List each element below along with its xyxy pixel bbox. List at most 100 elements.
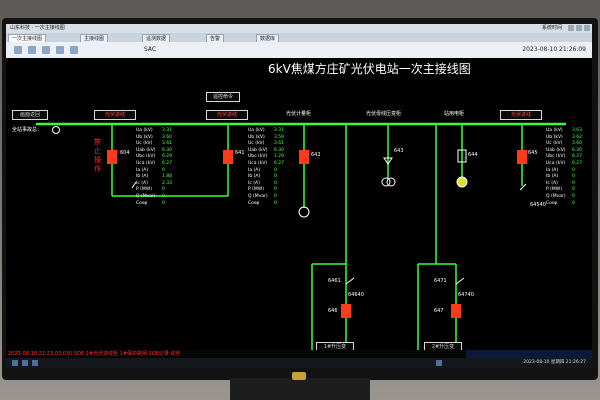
measurement-name: Uc (kV): [546, 141, 563, 147]
breaker-id-644: 644: [468, 152, 478, 158]
measurement-value: 0: [572, 193, 575, 199]
forbid-operation-label: 禁止操作: [94, 138, 101, 173]
measurement-name: Ua (kV): [248, 128, 265, 133]
measurements-left: Ua (kV) 3.31 Ub (kV) 3.60 Uc (kV) 3.61 Uab (kV…: [136, 128, 172, 207]
home-icon[interactable]: [14, 46, 22, 54]
measurements-right: Ua (kV) 3.63 Ub (kV) 3.62 Uc (kV) 3.60 Uab (kV…: [546, 128, 582, 207]
switch-id-64740: 64740: [458, 292, 474, 298]
measurement-name: Q (Mvar): [546, 193, 566, 199]
accident-label: 全站事故总：: [12, 127, 43, 133]
measurement-row: Ua (kV) 3.31: [136, 128, 172, 135]
station-transformer-symbol: [456, 176, 468, 188]
tab-strip: 一次主接线图 主接线图 遥测数据 告警 数据库: [6, 33, 592, 44]
measurement-name: Uca (kV): [136, 160, 156, 166]
measurement-name: Uc (kV): [136, 141, 153, 147]
measurement-name: Uca (kV): [248, 160, 268, 166]
incoming-button-2[interactable]: 光伏进线: [206, 110, 248, 120]
measurement-name: Ubc (kV): [136, 154, 156, 160]
branch-label-aux: 站用电柜: [444, 111, 465, 117]
measurement-row: Ib (A) 0: [546, 174, 582, 181]
toolbar: SAC 2023-08-10 21:26:09: [6, 42, 592, 59]
measurement-row: Ua (kV) 3.31: [248, 128, 284, 135]
return-button[interactable]: 画面返回: [12, 110, 48, 120]
measurement-name: Uc (kV): [248, 141, 265, 147]
breaker-id-643: 643: [394, 148, 404, 154]
refresh-icon[interactable]: [56, 46, 64, 54]
measurement-name: P (MW): [136, 187, 152, 193]
measurement-value: 6.29: [162, 154, 173, 160]
measurement-value: 3.61: [274, 141, 285, 147]
measurement-value: 3.31: [162, 128, 173, 133]
breaker-645: [517, 150, 527, 164]
measurement-value: 3.63: [572, 128, 583, 133]
measurement-name: Ib (A): [248, 174, 261, 180]
minimize-icon[interactable]: [568, 25, 574, 31]
measurement-name: P (MW): [248, 187, 264, 193]
measurement-row: Uc (kV) 3.60: [546, 141, 582, 148]
forward-icon[interactable]: [42, 46, 50, 54]
measurement-name: Cosφ: [248, 200, 260, 206]
incoming-button-1[interactable]: 光伏进线: [94, 110, 136, 120]
measurement-value: 0: [572, 200, 575, 206]
measurement-name: Cosφ: [546, 200, 558, 206]
measurement-row: P (MW) 0: [546, 187, 582, 194]
breaker-646: [341, 304, 351, 318]
measurement-value: 6.27: [162, 160, 173, 166]
monitor-logo: [292, 372, 306, 380]
disconnector-id-6461: 6461: [328, 278, 341, 284]
measurement-value: 0: [274, 200, 277, 206]
diagram-lines: [36, 122, 566, 350]
incoming-button-3[interactable]: 光伏进线: [500, 110, 542, 120]
measurements-mid: Ua (kV) 3.31 Ub (kV) 3.59 Uc (kV) 3.61 Uab (kV…: [248, 128, 284, 207]
measurement-row: Uc (kV) 3.61: [136, 141, 172, 148]
tray-icon[interactable]: [436, 360, 442, 366]
measurement-name: Q (Mvar): [248, 193, 268, 199]
window-titlebar: 山东科技 · 一次主接线图 系统时间: [6, 24, 592, 33]
measurement-name: Q (Mvar): [136, 193, 156, 199]
back-icon[interactable]: [28, 46, 36, 54]
measurement-value: 1.29: [274, 154, 285, 160]
breaker-id-642: 642: [311, 152, 321, 158]
explorer-icon[interactable]: [22, 360, 28, 366]
remote-command-button[interactable]: 遥控命令: [206, 92, 240, 102]
breaker-id-645: 645: [528, 150, 538, 156]
measurement-name: Ib (A): [136, 174, 149, 180]
measurement-name: Uca (kV): [546, 160, 566, 166]
measurement-row: Ib (A) 0: [248, 174, 284, 181]
measurement-value: 6.27: [572, 154, 583, 160]
breaker-id-646: 646: [328, 308, 338, 314]
measurement-value: 1.88: [162, 174, 173, 180]
breaker-647: [451, 304, 461, 318]
measurement-value: 0: [162, 193, 165, 199]
print-icon[interactable]: [70, 46, 78, 54]
measurement-name: Cosφ: [136, 200, 148, 206]
measurement-row: P (MW) 0: [136, 187, 172, 194]
measurement-row: Uca (kV) 6.27: [546, 161, 582, 168]
measurement-row: Cosφ 0: [248, 201, 284, 208]
measurement-value: 0: [274, 187, 277, 193]
meter-symbol: [298, 206, 310, 218]
event-status-bar: 2023-08-10 21:23:03.030 SOE 2#光伏进线柜 1#保护…: [6, 350, 592, 358]
measurement-row: Q (Mvar) 0: [248, 194, 284, 201]
breaker-641: [223, 150, 233, 164]
measurement-value: 0: [274, 174, 277, 180]
measurement-value: 3.61: [162, 141, 173, 147]
switch-id-64640: 64640: [348, 292, 364, 298]
ground-switch-645: [519, 183, 527, 191]
brand-label: SAC: [144, 46, 157, 53]
measurement-row: Ubc (kV) 1.29: [248, 154, 284, 161]
disconnector-6471: [455, 277, 465, 285]
measurement-name: P (MW): [546, 187, 562, 193]
measurement-row: Cosφ 0: [136, 201, 172, 208]
breaker-id-604: 604: [120, 150, 130, 156]
status-right-panel: [466, 350, 592, 358]
browser-icon[interactable]: [32, 360, 38, 366]
measurement-name: Ubc (kV): [248, 154, 268, 160]
measurement-value: 3.31: [274, 128, 285, 133]
maximize-icon[interactable]: [576, 25, 582, 31]
start-icon[interactable]: [12, 360, 18, 366]
close-icon[interactable]: [584, 25, 590, 31]
measurement-value: 6.27: [274, 160, 285, 166]
measurement-value: 0: [274, 193, 277, 199]
measurement-row: Uc (kV) 3.61: [248, 141, 284, 148]
